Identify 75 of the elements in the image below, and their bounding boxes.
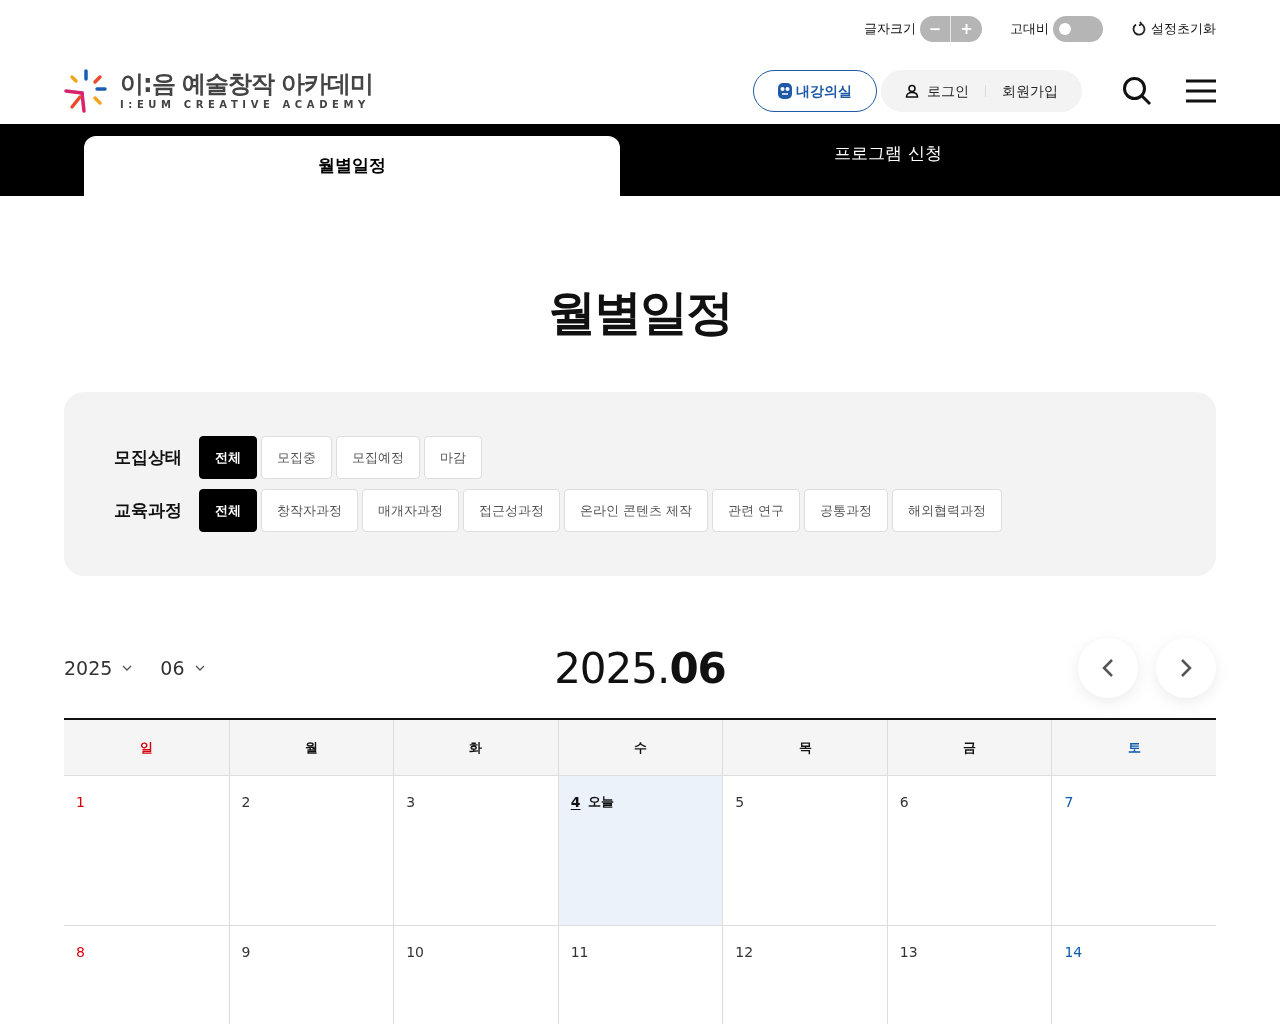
day-cell[interactable]: 8 [64,926,229,1024]
day-cell[interactable]: 11 [557,926,723,1024]
nav-tab[interactable]: 월별일정 [84,136,620,196]
year-select[interactable]: 2025 [64,653,133,683]
filter-option[interactable]: 온라인 콘텐츠 제작 [564,489,709,532]
day-number: 4 [570,793,581,812]
weekday-header: 수 [634,738,647,757]
filter-label: 교육과정 [114,498,183,522]
day-number: 7 [1064,793,1074,812]
nav-tab[interactable]: 프로그램 신청 [620,124,1156,196]
day-cell[interactable]: 12 [722,926,887,1024]
day-cell[interactable]: 5 [722,776,887,925]
filter-option[interactable]: 전체 [199,489,257,532]
logo-icon [64,69,108,113]
chevron-right-icon [1180,658,1192,678]
filter-option[interactable]: 접근성과정 [463,489,560,532]
filter-option[interactable]: 마감 [424,436,482,479]
filter-option[interactable]: 창작자과정 [261,489,358,532]
day-number: 11 [570,943,589,962]
filter-option[interactable]: 공통과정 [804,489,889,532]
day-number: 13 [899,943,918,962]
signup-link[interactable]: 회원가입 [1002,80,1058,102]
day-cell[interactable]: 9 [228,926,394,1024]
mascot-icon [778,83,792,99]
logo-title: 이:음 예술창작 아카데미 [120,70,374,98]
day-number: 9 [241,943,251,962]
day-cell[interactable]: 1 [64,776,229,925]
logo[interactable]: 이:음 예술창작 아카데미 I:EUM CREATIVE ACADEMY [64,69,374,113]
filter-label: 모집상태 [114,445,183,469]
filter-option[interactable]: 모집예정 [336,436,420,479]
day-cell[interactable]: 6 [886,776,1052,925]
weekday-header: 월 [304,738,318,757]
day-number: 5 [735,793,745,812]
contrast-toggle[interactable] [1053,16,1103,42]
day-cell[interactable]: 10 [393,926,558,1024]
calendar-title: 2025.06 [554,642,726,695]
chevron-down-icon [194,665,205,671]
search-icon[interactable] [1122,76,1152,106]
person-icon [905,84,919,98]
day-cell[interactable]: 7 [1051,776,1216,925]
month-select[interactable]: 06 [160,653,205,683]
weekday-header: 화 [469,738,483,757]
chevron-down-icon [122,665,133,671]
reset-settings-button[interactable]: 설정초기화 [1131,19,1216,39]
weekday-header: 일 [139,738,153,757]
logo-subtitle: I:EUM CREATIVE ACADEMY [120,98,371,112]
day-number: 14 [1064,943,1083,962]
filter-option[interactable]: 전체 [199,436,257,479]
chevron-left-icon [1102,658,1114,678]
page-title: 월별일정 [547,283,733,342]
day-cell[interactable]: 2 [228,776,394,925]
day-number: 10 [406,943,424,962]
refresh-icon [1131,21,1147,37]
day-number: 8 [76,943,85,962]
weekday-header: 금 [963,738,977,757]
day-number: 1 [76,793,85,812]
filter-option[interactable]: 해외협력과정 [892,489,1003,532]
filter-option[interactable]: 모집중 [261,436,332,479]
day-cell[interactable]: 14 [1051,926,1216,1024]
filter-option[interactable]: 매개자과정 [362,489,459,532]
today-label: 오늘 [588,793,615,811]
day-cell[interactable]: 4 오늘 [557,776,723,925]
day-number: 6 [899,793,909,812]
weekday-header: 토 [1127,738,1141,757]
day-number: 2 [241,793,251,812]
menu-icon[interactable] [1186,79,1216,103]
weekday-header: 목 [798,738,812,757]
day-cell[interactable]: 3 [393,776,558,925]
contrast-label: 고대비 [1010,20,1049,39]
font-size-label: 글자크기 [864,20,916,39]
filter-option[interactable]: 관련 연구 [712,489,801,532]
day-cell[interactable]: 13 [886,926,1052,1024]
day-number: 3 [406,793,416,812]
login-link[interactable]: 로그인 [905,80,969,102]
day-number: 12 [735,943,754,962]
